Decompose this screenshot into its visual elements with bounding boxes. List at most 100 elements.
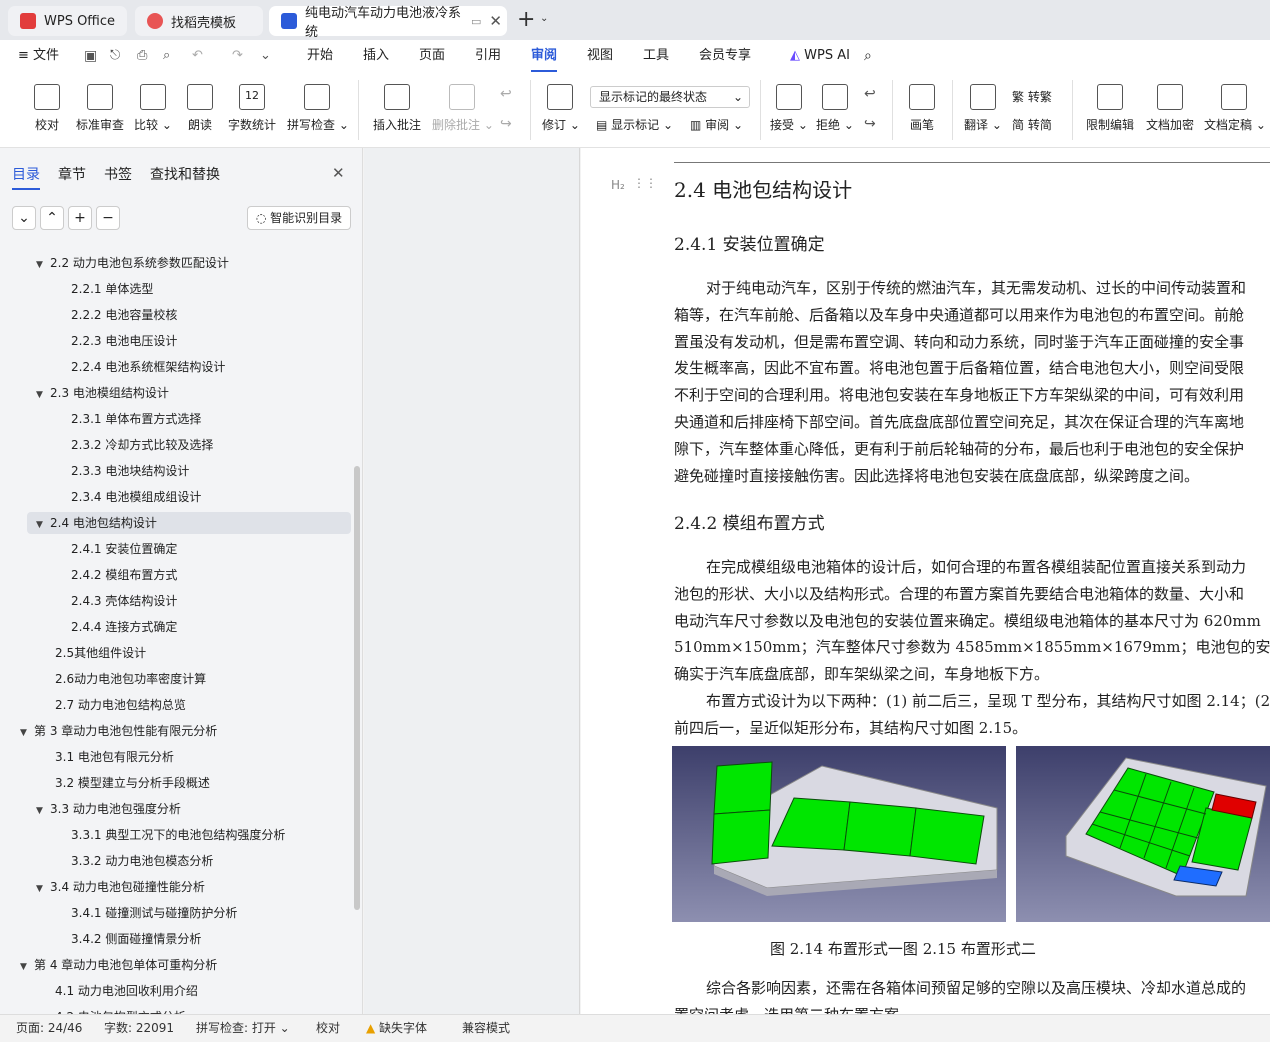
collapse-all-button[interactable]: ⌄ xyxy=(12,206,36,230)
tab-find-replace[interactable]: 查找和替换 xyxy=(150,164,220,184)
delete-comment-button[interactable]: 删除批注 ⌄ xyxy=(432,80,494,133)
display-mode-select[interactable]: 显示标记的最终状态 ⌄ xyxy=(590,86,750,108)
toc-item[interactable]: ▼ 2.2 动力电池包系统参数匹配设计 xyxy=(36,252,229,274)
toc-item[interactable]: ▼ 第 4 章动力电池包单体可重构分析 xyxy=(20,954,217,976)
restrict-edit-button[interactable]: 限制编辑 xyxy=(1084,80,1136,133)
toc-item[interactable]: 3.3.1 典型工况下的电池包结构强度分析 xyxy=(71,824,285,846)
toc-item[interactable]: 2.3.3 电池块结构设计 xyxy=(71,460,189,482)
tab-template[interactable]: 找稻壳模板 xyxy=(135,6,263,36)
proof-status[interactable]: 校对 xyxy=(316,1015,340,1042)
to-traditional-button[interactable]: 繁 转繁 xyxy=(1012,88,1052,105)
spell-check-button[interactable]: 拼写检查 ⌄ xyxy=(287,80,349,133)
new-tab-icon[interactable]: + xyxy=(517,7,535,32)
proof-button[interactable]: 校对 xyxy=(30,80,64,133)
toc-item[interactable]: ▼ 2.4 电池包结构设计 xyxy=(36,512,157,534)
menu-reference[interactable]: 引用 xyxy=(475,40,501,72)
translate-button[interactable]: 翻译 ⌄ xyxy=(964,80,1002,133)
menu-page[interactable]: 页面 xyxy=(419,40,445,72)
toc-item[interactable]: 3.1 电池包有限元分析 xyxy=(55,746,174,768)
expand-arrow-icon[interactable]: ▼ xyxy=(36,800,50,822)
ink-button[interactable]: 画笔 xyxy=(905,80,939,133)
toc-item[interactable]: 2.2.1 单体选型 xyxy=(71,278,153,300)
doc-finalize-button[interactable]: 文档定稿 ⌄ xyxy=(1204,80,1266,133)
word-count-indicator[interactable]: 字数: 22091 xyxy=(104,1015,174,1042)
standard-review-button[interactable]: 标准审查 xyxy=(74,80,126,133)
toc-item[interactable]: 2.4.2 模组布置方式 xyxy=(71,564,177,586)
menu-file[interactable]: ≡ 文件 xyxy=(18,40,59,72)
page-indicator[interactable]: 页面: 24/46 xyxy=(16,1015,82,1042)
tab-bookmarks[interactable]: 书签 xyxy=(104,164,132,184)
tab-wps-office[interactable]: WPS Office xyxy=(8,6,127,36)
undo-icon[interactable]: ↶ xyxy=(192,40,203,72)
toc-item[interactable]: ▼ 3.3 动力电池包强度分析 xyxy=(36,798,181,820)
read-aloud-button[interactable]: 朗读 xyxy=(184,80,216,133)
toc-item[interactable]: 2.3.1 单体布置方式选择 xyxy=(71,408,201,430)
menu-tools[interactable]: 工具 xyxy=(643,40,669,72)
expand-arrow-icon[interactable]: ▼ xyxy=(36,254,50,276)
toc-item[interactable]: 2.2.4 电池系统框架结构设计 xyxy=(71,356,225,378)
prev-change-icon[interactable]: ↩ xyxy=(864,86,876,102)
toc-item[interactable]: 2.4.3 壳体结构设计 xyxy=(71,590,177,612)
toc-item[interactable]: 2.6动力电池包功率密度计算 xyxy=(55,668,206,690)
wps-ai-button[interactable]: ◭ WPS AI xyxy=(790,40,850,72)
toc-item[interactable]: ▼ 第 3 章动力电池包性能有限元分析 xyxy=(20,720,217,742)
expand-arrow-icon[interactable]: ▼ xyxy=(36,384,50,406)
menu-view[interactable]: 视图 xyxy=(587,40,613,72)
review-pane-button[interactable]: ▥ 审阅 ⌄ xyxy=(690,116,743,133)
doc-encrypt-button[interactable]: 文档加密 xyxy=(1144,80,1196,133)
close-tab-icon[interactable]: ✕ xyxy=(489,12,502,30)
toc-item[interactable]: 3.4.2 侧面碰撞情景分析 xyxy=(71,928,201,950)
share-icon[interactable]: ⎋ xyxy=(110,40,120,72)
toc-item[interactable]: 2.4.4 连接方式确定 xyxy=(71,616,177,638)
menu-insert[interactable]: 插入 xyxy=(363,40,389,72)
word-count-button[interactable]: 12 字数统计 xyxy=(226,80,278,133)
search-icon[interactable]: ⌕ xyxy=(864,40,872,72)
toc-item[interactable]: 2.3.4 电池模组成组设计 xyxy=(71,486,201,508)
prev-comment-icon[interactable]: ↩ xyxy=(500,86,512,102)
print-preview-icon[interactable]: ⌕ xyxy=(163,40,170,72)
show-markup-button[interactable]: ▤ 显示标记 ⌄ xyxy=(596,116,673,133)
to-simplified-button[interactable]: 简 转简 xyxy=(1012,116,1052,133)
tab-document[interactable]: 纯电动汽车动力电池液冷系统 ▭ ✕ xyxy=(269,6,507,40)
toc-item[interactable]: 2.5其他组件设计 xyxy=(55,642,146,664)
remove-heading-button[interactable]: − xyxy=(96,206,120,230)
spell-check-status[interactable]: 拼写检查: 打开 ⌄ xyxy=(196,1015,290,1042)
toc-item[interactable]: 2.2.2 电池容量校核 xyxy=(71,304,177,326)
menu-home[interactable]: 开始 xyxy=(307,40,333,72)
expand-arrow-icon[interactable]: ▼ xyxy=(36,878,50,900)
toc-item[interactable]: 3.3.2 动力电池包模态分析 xyxy=(71,850,213,872)
toc-item[interactable]: 2.2.3 电池电压设计 xyxy=(71,330,177,352)
toc-item[interactable]: 2.3.2 冷却方式比较及选择 xyxy=(71,434,213,456)
toc-item[interactable]: ▼ 3.4 动力电池包碰撞性能分析 xyxy=(36,876,205,898)
reject-button[interactable]: 拒绝 ⌄ xyxy=(816,80,854,133)
tab-toc[interactable]: 目录 xyxy=(12,164,40,190)
more-chevron-icon[interactable]: ⌄ xyxy=(260,40,271,72)
toc-item[interactable]: 2.4.1 安装位置确定 xyxy=(71,538,177,560)
toc-item[interactable]: ▼ 2.3 电池模组结构设计 xyxy=(36,382,169,404)
expand-up-button[interactable]: ⌃ xyxy=(40,206,64,230)
expand-arrow-icon[interactable]: ▼ xyxy=(20,722,34,744)
toc-item[interactable]: 2.7 动力电池包结构总览 xyxy=(55,694,186,716)
compare-button[interactable]: 比较 ⌄ xyxy=(134,80,172,133)
toc-item[interactable]: 3.2 模型建立与分析手段概述 xyxy=(55,772,210,794)
menu-review[interactable]: 审阅 xyxy=(531,40,558,72)
next-change-icon[interactable]: ↪ xyxy=(864,116,876,132)
expand-arrow-icon[interactable]: ▼ xyxy=(36,514,50,536)
toc-item[interactable]: 4.1 动力电池回收利用介绍 xyxy=(55,980,198,1002)
smart-toc-button[interactable]: ◌ 智能识别目录 xyxy=(247,206,351,230)
menu-member[interactable]: 会员专享 xyxy=(699,40,751,72)
tab-chapters[interactable]: 章节 xyxy=(58,164,86,184)
accept-button[interactable]: 接受 ⌄ xyxy=(770,80,808,133)
save-icon[interactable]: ▣ xyxy=(84,40,97,72)
next-comment-icon[interactable]: ↪ xyxy=(500,116,512,132)
tab-list-chevron-icon[interactable]: ⌄ xyxy=(540,13,548,24)
add-heading-button[interactable]: + xyxy=(68,206,92,230)
print-icon[interactable]: ⎙ xyxy=(137,40,147,72)
toc-item[interactable]: 3.4.1 碰撞测试与碰撞防护分析 xyxy=(71,902,237,924)
missing-font-status[interactable]: ▲ 缺失字体 xyxy=(366,1015,427,1042)
insert-comment-button[interactable]: 插入批注 xyxy=(372,80,422,133)
revise-button[interactable]: 修订 ⌄ xyxy=(542,80,580,133)
drag-handle-icon[interactable]: ⋮⋮ xyxy=(633,176,657,190)
expand-arrow-icon[interactable]: ▼ xyxy=(20,956,34,978)
redo-icon[interactable]: ↷ xyxy=(232,40,243,72)
